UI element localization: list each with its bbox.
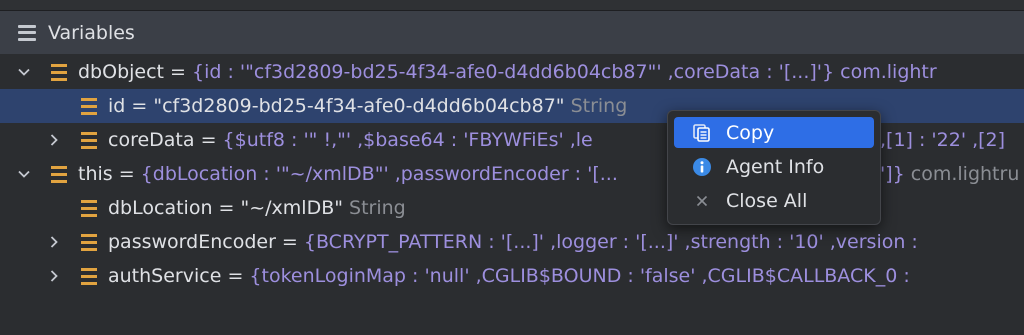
variable-name: this xyxy=(78,163,113,185)
variable-type: String xyxy=(342,197,406,219)
chevron-right-icon[interactable] xyxy=(43,129,65,151)
tree-row-dbobject[interactable]: dbObject = {id : '"cf3d2809-bd25-4f34-af… xyxy=(0,55,1024,89)
variable-value: {id : '"cf3d2809-bd25-4f34-afe0-d4dd6b04… xyxy=(192,61,937,83)
menu-item-label: Agent Info xyxy=(726,155,825,178)
variables-panel-header: Variables xyxy=(0,11,1024,54)
variable-value: {dbLocation : '"~/xmlDB"' ,passwordEncod… xyxy=(140,163,618,185)
field-icon xyxy=(81,267,97,285)
variable-value: {$utf8 : '" !,"' ,$base64 : 'FBYWFiEs' ,… xyxy=(222,129,593,151)
panel-title: Variables xyxy=(48,21,135,44)
field-icon xyxy=(51,63,67,81)
field-icon xyxy=(81,199,97,217)
variable-type: String xyxy=(564,95,628,117)
variable-value: {tokenLoginMap : 'null' ,CGLIB$BOUND : '… xyxy=(249,265,910,287)
close-icon xyxy=(692,191,712,211)
menu-item-agent-info[interactable]: Agent Info xyxy=(674,151,874,182)
variables-list-icon xyxy=(18,24,36,41)
field-icon xyxy=(81,97,97,115)
context-menu: Copy Agent Info Close All xyxy=(667,110,881,225)
variable-value-continued: ']} xyxy=(880,163,905,185)
chevron-down-icon[interactable] xyxy=(13,163,35,185)
menu-item-close-all[interactable]: Close All xyxy=(674,185,874,216)
tree-row-passwordencoder[interactable]: passwordEncoder = {BCRYPT_PATTERN : '[..… xyxy=(0,225,1024,259)
menu-item-label: Copy xyxy=(726,121,775,144)
chevron-down-icon[interactable] xyxy=(13,61,35,83)
chevron-right-icon[interactable] xyxy=(43,265,65,287)
variable-value: {BCRYPT_PATTERN : '[...]' ,logger : '[..… xyxy=(303,231,918,253)
field-icon xyxy=(51,165,67,183)
variable-value-continued: ,[1] : '22' ,[2] xyxy=(880,129,1006,151)
top-edge xyxy=(0,0,1024,11)
tree-row-authservice[interactable]: authService = {tokenLoginMap : 'null' ,C… xyxy=(0,259,1024,293)
copy-icon xyxy=(692,123,712,143)
info-icon xyxy=(692,157,712,177)
menu-item-label: Close All xyxy=(726,189,808,212)
chevron-right-icon[interactable] xyxy=(43,231,65,253)
variable-type: com.lightru xyxy=(904,163,1020,185)
variable-name: coreData xyxy=(108,129,195,151)
variable-name: dbLocation xyxy=(108,197,213,219)
variable-name: passwordEncoder xyxy=(108,231,276,253)
field-icon xyxy=(81,131,97,149)
menu-item-copy[interactable]: Copy xyxy=(674,117,874,148)
variable-value: "cf3d2809-bd25-4f34-afe0-d4dd6b04cb87" xyxy=(153,95,565,117)
variable-name: dbObject xyxy=(78,61,165,83)
variable-name: authService xyxy=(108,265,222,287)
variable-value: "~/xmlDB" xyxy=(240,197,343,219)
variable-name: id xyxy=(108,95,126,117)
field-icon xyxy=(81,233,97,251)
